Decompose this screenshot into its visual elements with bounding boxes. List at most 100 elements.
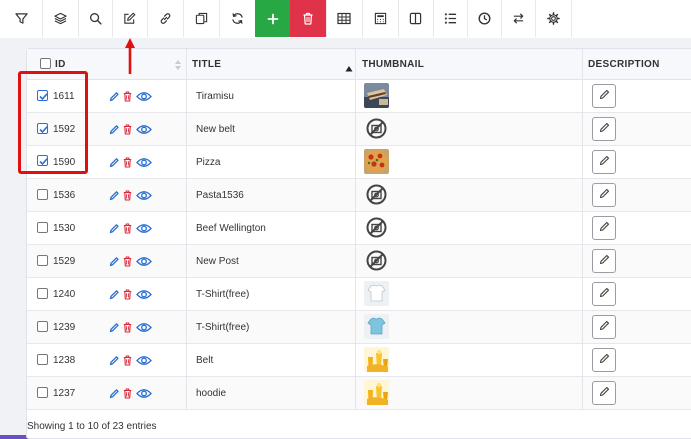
delete-button[interactable] xyxy=(290,0,327,37)
eye-icon[interactable] xyxy=(136,254,152,272)
columns-button[interactable] xyxy=(398,0,434,37)
row-checkbox[interactable] xyxy=(37,189,48,200)
pencil-icon[interactable] xyxy=(109,254,119,272)
search-button[interactable] xyxy=(78,0,113,37)
eye-icon[interactable] xyxy=(136,320,152,338)
trash-icon[interactable] xyxy=(123,386,132,404)
thumbnail-image[interactable] xyxy=(364,116,389,141)
pencil-icon[interactable] xyxy=(109,353,119,371)
pencil-icon[interactable] xyxy=(109,320,119,338)
eye-icon[interactable] xyxy=(136,122,152,140)
row-title[interactable]: T-Shirt(free) xyxy=(196,289,249,300)
row-title[interactable]: Pizza xyxy=(196,157,220,168)
filter-icon xyxy=(14,12,28,25)
row-title[interactable]: New Post xyxy=(196,256,239,267)
add-button[interactable] xyxy=(255,0,291,37)
trash-icon[interactable] xyxy=(123,353,132,371)
row-checkbox[interactable] xyxy=(37,222,48,233)
pencil-icon[interactable] xyxy=(109,386,119,404)
column-header-thumbnail[interactable]: THUMBNAIL xyxy=(362,49,424,79)
trash-icon[interactable] xyxy=(123,320,132,338)
pencil-icon[interactable] xyxy=(109,188,119,206)
row-title[interactable]: Belt xyxy=(196,355,213,366)
pencil-icon[interactable] xyxy=(109,89,119,107)
eye-icon[interactable] xyxy=(136,287,152,305)
eye-icon[interactable] xyxy=(136,386,152,404)
eye-icon[interactable] xyxy=(136,89,152,107)
layers-button[interactable] xyxy=(42,0,79,37)
edit-description-button[interactable] xyxy=(592,216,616,240)
trash-icon[interactable] xyxy=(123,188,132,206)
trash-icon[interactable] xyxy=(123,254,132,272)
filter-button[interactable] xyxy=(0,0,43,37)
thumbnail-image[interactable] xyxy=(364,83,389,108)
sort-asc-icon[interactable] xyxy=(345,60,353,72)
row-id: 1536 xyxy=(53,190,76,201)
eye-icon[interactable] xyxy=(136,353,152,371)
edit-description-button[interactable] xyxy=(592,84,616,108)
edit-description-button[interactable] xyxy=(592,282,616,306)
row-checkbox[interactable] xyxy=(37,255,48,266)
column-divider xyxy=(186,49,187,410)
thumbnail-image[interactable] xyxy=(364,314,389,339)
history-button[interactable] xyxy=(467,0,502,37)
thumbnail-image[interactable] xyxy=(364,248,389,273)
edit-description-button[interactable] xyxy=(592,381,616,405)
select-all-checkbox[interactable] xyxy=(40,58,51,69)
duplicate-button[interactable] xyxy=(183,0,220,37)
thumbnail-image[interactable] xyxy=(364,380,389,405)
edit-description-button[interactable] xyxy=(592,249,616,273)
pencil-icon[interactable] xyxy=(109,155,119,173)
column-divider xyxy=(582,49,583,410)
edit-description-button[interactable] xyxy=(592,117,616,141)
list-button[interactable] xyxy=(433,0,468,37)
edit-description-button[interactable] xyxy=(592,348,616,372)
thumbnail-image[interactable] xyxy=(364,215,389,240)
pencil-icon[interactable] xyxy=(109,122,119,140)
pencil-icon[interactable] xyxy=(109,221,119,239)
pencil-icon[interactable] xyxy=(109,287,119,305)
row-checkbox[interactable] xyxy=(37,288,48,299)
row-title[interactable]: hoodie xyxy=(196,388,226,399)
column-header-description[interactable]: DESCRIPTION xyxy=(588,49,660,79)
edit-description-button[interactable] xyxy=(592,183,616,207)
row-id: 1240 xyxy=(53,289,76,300)
link-button[interactable] xyxy=(147,0,184,37)
column-header-title[interactable]: TITLE xyxy=(192,49,221,79)
eye-icon[interactable] xyxy=(136,155,152,173)
edit-description-button[interactable] xyxy=(592,150,616,174)
trash-icon[interactable] xyxy=(123,122,132,140)
eye-icon[interactable] xyxy=(136,221,152,239)
row-title[interactable]: T-Shirt(free) xyxy=(196,322,249,333)
swap-button[interactable] xyxy=(501,0,536,37)
trash-icon[interactable] xyxy=(123,155,132,173)
row-checkbox[interactable] xyxy=(37,354,48,365)
trash-icon[interactable] xyxy=(123,287,132,305)
settings-button[interactable] xyxy=(535,0,572,37)
row-title[interactable]: Beef Wellington xyxy=(196,223,266,234)
row-id: 1530 xyxy=(53,223,76,234)
table-icon xyxy=(337,12,351,25)
sort-toggle-icon[interactable] xyxy=(174,58,182,70)
trash-icon[interactable] xyxy=(123,89,132,107)
row-title[interactable]: New belt xyxy=(196,124,235,135)
bulk-edit-button[interactable] xyxy=(112,0,148,37)
thumbnail-image[interactable] xyxy=(364,281,389,306)
row-checkbox[interactable] xyxy=(37,387,48,398)
row-title[interactable]: Tiramisu xyxy=(196,91,234,102)
row-checkbox[interactable] xyxy=(37,321,48,332)
thumbnail-image[interactable] xyxy=(364,149,389,174)
edit-description-button[interactable] xyxy=(592,315,616,339)
eye-icon[interactable] xyxy=(136,188,152,206)
refresh-button[interactable] xyxy=(219,0,256,37)
thumbnail-image[interactable] xyxy=(364,347,389,372)
row-id: 1238 xyxy=(53,355,76,366)
thumbnail-image[interactable] xyxy=(364,182,389,207)
main-panel: ID TITLE THUMBNAIL DESCRIPTION 1611 Tiram… xyxy=(0,38,691,439)
trash-icon[interactable] xyxy=(123,221,132,239)
row-title[interactable]: Pasta1536 xyxy=(196,190,244,201)
table-row: 1237 hoodie xyxy=(27,377,691,410)
calculator-button[interactable] xyxy=(362,0,399,37)
copy-icon xyxy=(195,12,208,25)
table-button[interactable] xyxy=(326,0,363,37)
